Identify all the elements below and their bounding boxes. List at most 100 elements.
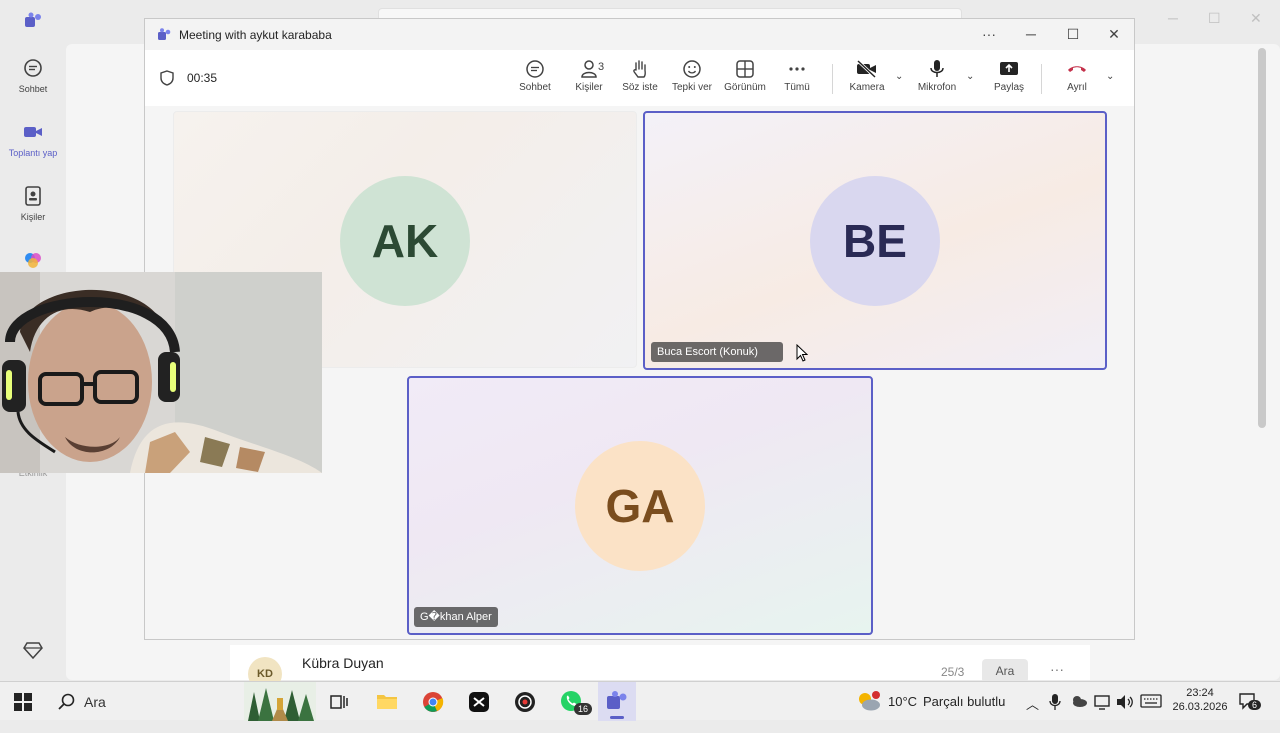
teams-logo-icon [607,691,627,709]
rail-item-label: Toplantı yap [8,148,58,158]
react-button[interactable]: Tepki ver [671,59,713,93]
whatsapp-button[interactable]: 16 [560,690,594,729]
toolbar-divider [832,64,833,94]
react-button-label: Tepki ver [671,82,712,93]
raise-hand-icon [633,60,646,78]
capcut-icon [469,692,489,712]
chat-icon [24,59,42,77]
mic-button-label: Mikrofon [917,82,957,93]
tray-volume-icon[interactable] [1116,694,1134,733]
notification-center-button[interactable]: 6 [1238,692,1264,731]
chrome-button[interactable] [422,691,444,730]
people-button-label: Kişiler [575,82,603,93]
file-explorer-button[interactable] [376,692,398,731]
participant-name-label: G�khan Alper [414,607,498,627]
meeting-toolbar: 00:35 Sohbet 3 Kişiler Söz iste Tepki ve… [145,50,1134,106]
contacts-icon [25,186,41,206]
leave-options-chevron-icon[interactable]: ⌄ [1106,71,1114,82]
shield-icon [160,70,174,86]
rail-item-meet[interactable]: Toplantı yap [0,122,66,158]
clock-date: 26.03.2026 [1172,701,1228,713]
start-button[interactable] [14,693,32,732]
mic-options-chevron-icon[interactable]: ⌄ [966,71,974,82]
capcut-button[interactable] [468,691,490,730]
rail-item-label: Sohbet [18,84,48,94]
camera-options-chevron-icon[interactable]: ⌄ [895,71,903,82]
search-highlight-image[interactable] [244,682,316,721]
windows-taskbar: Ara 16 10°C Parçalı bulutlu ︿ 23:24 26.0… [0,681,1280,721]
share-button[interactable]: Paylaş [989,59,1029,93]
title-more-icon[interactable]: ··· [975,26,1003,42]
teams-taskbar-button[interactable] [598,682,636,721]
windows-logo-icon [14,693,32,711]
rail-item-premium[interactable] [0,640,66,666]
rail-item-contacts[interactable]: Kişiler [0,186,66,222]
notification-count: 6 [1248,700,1262,710]
mic-button[interactable]: Mikrofon [915,59,959,93]
close-icon[interactable]: ✕ [1100,26,1128,43]
weather-desc: Parçalı bulutlu [923,694,1006,709]
more-icon [789,67,805,71]
grid-view-icon [736,60,754,78]
folder-icon [377,695,397,709]
copilot-icon [25,253,41,268]
camera-off-icon [856,59,877,79]
app-button[interactable] [514,691,536,730]
hang-up-icon [1068,66,1086,72]
people-count: 3 [598,61,605,73]
search-icon [58,693,75,710]
scrollbar[interactable] [1258,48,1266,428]
participant-name: Buca Escort (Konuk) [657,346,758,358]
tray-network-icon[interactable] [1094,694,1112,733]
people-button[interactable]: 3 Kişiler [569,59,609,93]
contact-name: Kübra Duyan [302,655,384,671]
rail-item-chat[interactable]: Sohbet [0,58,66,94]
teams-logo-icon [158,28,171,40]
forest-illustration-icon [244,682,316,721]
camera-button[interactable]: Kamera [845,59,889,93]
task-view-button[interactable] [330,693,348,732]
participant-tile-active[interactable]: BE Buca Escort (Konuk) ··· [643,111,1107,370]
participant-name-label[interactable]: Buca Escort (Konuk) ··· [651,342,783,368]
view-button-label: Görünüm [724,82,766,93]
taskbar-search[interactable]: Ara [58,682,238,721]
maximize-icon[interactable]: ☐ [1059,26,1087,43]
leave-button[interactable]: Ayrıl [1057,59,1097,93]
raise-hand-button[interactable]: Söz iste [619,59,661,93]
avatar: AK [340,176,470,306]
webcam-overlay [0,272,322,473]
tray-onedrive-icon[interactable] [1070,694,1088,733]
weather-cloud-icon [859,691,880,711]
meeting-timer: 00:35 [187,71,218,85]
call-button[interactable]: Ara [982,659,1028,683]
tray-expand-chevron-icon[interactable]: ︿ [1026,694,1039,733]
bg-close-icon[interactable]: ✕ [1250,10,1262,27]
more-options-icon[interactable]: ··· [1050,661,1064,677]
participant-more-icon[interactable]: ··· [663,366,674,368]
meeting-title-bar: Meeting with aykut karababa ··· ─ ☐ ✕ [145,19,1134,50]
webcam-person-illustration [0,272,322,473]
view-button[interactable]: Görünüm [723,59,767,93]
bg-minimize-icon[interactable]: ─ [1168,10,1178,26]
participant-tile-active[interactable]: GA G�khan Alper [407,376,873,635]
bg-maximize-icon[interactable]: ☐ [1208,10,1221,27]
weather-widget[interactable]: 10°C Parçalı bulutlu [856,682,1016,721]
tray-mic-icon[interactable] [1048,693,1062,732]
chat-button-label: Sohbet [519,82,551,93]
meeting-title: Meeting with aykut karababa [179,28,332,42]
chat-button[interactable]: Sohbet [515,59,555,93]
share-button-label: Paylaş [993,82,1024,93]
minimize-icon[interactable]: ─ [1017,26,1045,42]
mouse-cursor-icon [796,343,809,365]
leave-button-label: Ayrıl [1067,82,1087,93]
clock-time: 23:24 [1186,687,1214,699]
rail-item-label: Kişiler [20,212,46,222]
microphone-icon [930,60,944,77]
tray-keyboard-icon[interactable] [1140,694,1162,733]
more-button-label: Tümü [784,82,810,93]
list-item[interactable]: KD Kübra Duyan 25/3 Ara ··· [230,645,1090,691]
taskbar-clock[interactable]: 23:24 26.03.2026 [1170,682,1230,721]
more-button[interactable]: Tümü [779,59,815,93]
share-screen-icon [1000,62,1018,75]
screen-recorder-icon [515,692,535,712]
